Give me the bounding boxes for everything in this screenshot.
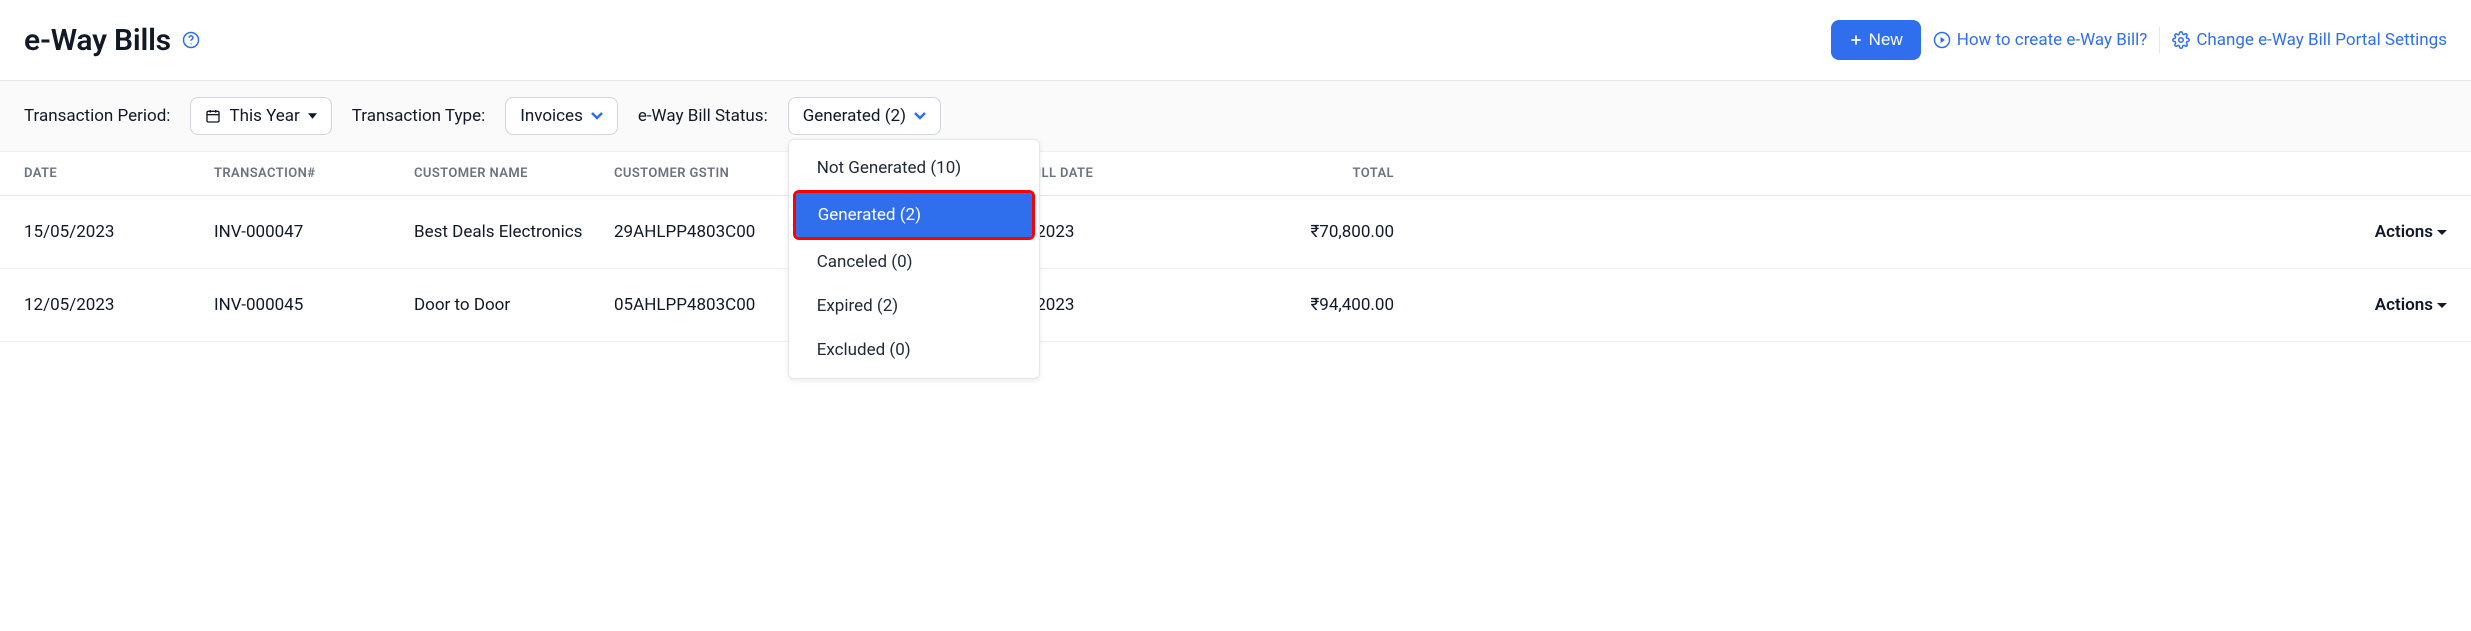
actions-button-label: Actions bbox=[2375, 222, 2433, 242]
cell-total: ₹70,800.00 bbox=[1254, 222, 1434, 242]
cell-actions: Actions bbox=[1434, 222, 2447, 242]
transaction-type-value: Invoices bbox=[520, 106, 583, 126]
caret-down-icon bbox=[2437, 230, 2447, 235]
col-header-date: DATE bbox=[24, 166, 214, 181]
eway-bills-table: DATE TRANSACTION# CUSTOMER NAME CUSTOMER… bbox=[0, 152, 2471, 342]
eway-status-value: Generated (2) bbox=[803, 106, 906, 126]
cell-date: 15/05/2023 bbox=[24, 222, 214, 242]
caret-down-icon bbox=[2437, 303, 2447, 308]
table-header: DATE TRANSACTION# CUSTOMER NAME CUSTOMER… bbox=[0, 152, 2471, 196]
chevron-down-icon bbox=[591, 112, 603, 120]
eway-status-dropdown-wrap: Generated (2) Not Generated (10) Generat… bbox=[788, 97, 941, 135]
status-option-not-generated[interactable]: Not Generated (10) bbox=[795, 146, 1033, 190]
cell-transaction: INV-000047 bbox=[214, 222, 414, 242]
cell-date: 12/05/2023 bbox=[24, 295, 214, 315]
status-option-expired[interactable]: Expired (2) bbox=[795, 284, 1033, 328]
status-option-excluded[interactable]: Excluded (0) bbox=[795, 328, 1033, 372]
settings-link-label: Change e-Way Bill Portal Settings bbox=[2196, 30, 2447, 50]
col-header-customer: CUSTOMER NAME bbox=[414, 166, 614, 181]
how-to-link[interactable]: How to create e-Way Bill? bbox=[1933, 30, 2148, 50]
cell-transaction: INV-000045 bbox=[214, 295, 414, 315]
transaction-period-label: Transaction Period: bbox=[24, 106, 170, 126]
new-button-label: New bbox=[1869, 30, 1903, 50]
page-title-wrap: e-Way Bills bbox=[24, 23, 201, 58]
help-icon[interactable] bbox=[181, 30, 201, 50]
page-title: e-Way Bills bbox=[24, 23, 171, 58]
eway-status-select[interactable]: Generated (2) bbox=[788, 97, 941, 135]
col-header-transaction: TRANSACTION# bbox=[214, 166, 414, 181]
transaction-type-label: Transaction Type: bbox=[352, 106, 485, 126]
highlight-box: Generated (2) bbox=[793, 190, 1035, 240]
vertical-divider bbox=[2159, 26, 2160, 54]
how-to-link-label: How to create e-Way Bill? bbox=[1957, 30, 2148, 50]
table-row: 12/05/2023 INV-000045 Door to Door 05AHL… bbox=[0, 269, 2471, 342]
caret-down-icon bbox=[308, 113, 317, 119]
table-row: 15/05/2023 INV-000047 Best Deals Electro… bbox=[0, 196, 2471, 269]
settings-link[interactable]: Change e-Way Bill Portal Settings bbox=[2172, 30, 2447, 50]
cell-customer: Best Deals Electronics bbox=[414, 222, 614, 242]
chevron-down-icon bbox=[914, 112, 926, 120]
col-header-actions bbox=[1434, 166, 2447, 181]
actions-button[interactable]: Actions bbox=[2375, 295, 2447, 315]
cell-actions: Actions bbox=[1434, 295, 2447, 315]
status-option-generated[interactable]: Generated (2) bbox=[796, 193, 1032, 237]
gear-icon bbox=[2172, 31, 2190, 49]
plus-icon bbox=[1849, 33, 1863, 47]
eway-status-dropdown: Not Generated (10) Generated (2) Cancele… bbox=[788, 139, 1040, 379]
actions-button[interactable]: Actions bbox=[2375, 222, 2447, 242]
calendar-icon bbox=[205, 108, 221, 124]
status-option-canceled[interactable]: Canceled (0) bbox=[795, 240, 1033, 284]
transaction-type-select[interactable]: Invoices bbox=[505, 97, 618, 135]
cell-customer: Door to Door bbox=[414, 295, 614, 315]
transaction-period-value: This Year bbox=[229, 106, 299, 126]
page-header: e-Way Bills New How to create e-Way Bill… bbox=[0, 0, 2471, 80]
header-actions: New How to create e-Way Bill? Change e-W… bbox=[1831, 20, 2447, 60]
actions-button-label: Actions bbox=[2375, 295, 2433, 315]
play-circle-icon bbox=[1933, 31, 1951, 49]
col-header-total: TOTAL bbox=[1254, 166, 1434, 181]
eway-status-label: e-Way Bill Status: bbox=[638, 106, 768, 126]
filter-bar: Transaction Period: This Year Transactio… bbox=[0, 80, 2471, 152]
new-button[interactable]: New bbox=[1831, 20, 1921, 60]
cell-total: ₹94,400.00 bbox=[1254, 295, 1434, 315]
transaction-period-select[interactable]: This Year bbox=[190, 97, 331, 135]
